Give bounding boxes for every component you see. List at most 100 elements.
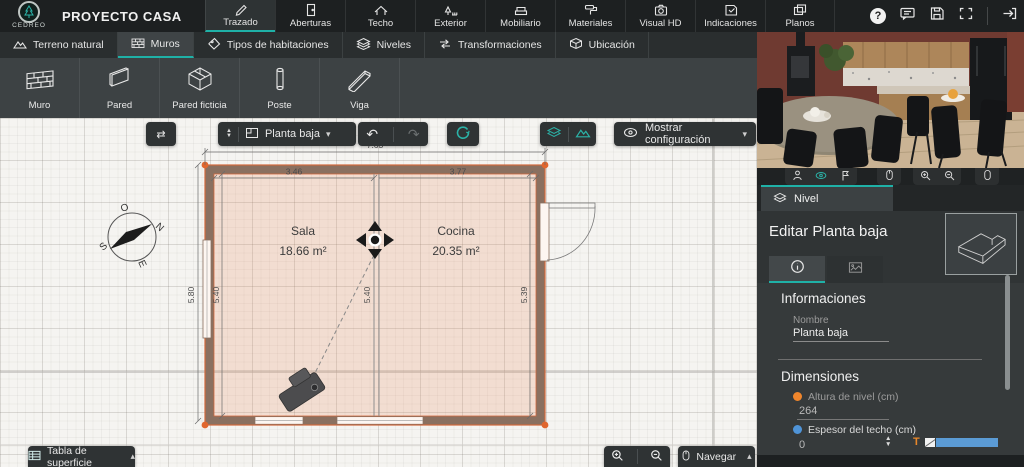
furniture-icon xyxy=(513,3,529,17)
exit-button[interactable] xyxy=(1001,6,1018,26)
panel-tab-row: Nivel xyxy=(757,185,1024,211)
tab-planos[interactable]: Planos xyxy=(765,0,835,32)
level-height-input[interactable]: 264 xyxy=(799,405,817,417)
tab-visual-hd[interactable]: Visual HD xyxy=(625,0,695,32)
info-icon xyxy=(790,259,805,279)
save-button[interactable] xyxy=(929,6,945,26)
window-left[interactable] xyxy=(203,240,211,338)
tab-exterior[interactable]: Exterior xyxy=(415,0,485,32)
window-bottom-right[interactable] xyxy=(337,417,423,425)
door-right[interactable] xyxy=(540,203,595,261)
tab-techo[interactable]: Techo xyxy=(345,0,415,32)
tab-nivel[interactable]: Nivel xyxy=(761,185,893,211)
picture-icon xyxy=(848,261,863,279)
tab-mobiliario[interactable]: Mobiliario xyxy=(485,0,555,32)
sheets-icon xyxy=(792,3,808,17)
feedback-button[interactable] xyxy=(899,6,916,26)
mountain-icon xyxy=(13,38,27,53)
name-label: Nombre xyxy=(793,315,829,326)
mouse-pan-button[interactable] xyxy=(878,168,900,186)
room-name-cocina: Cocina xyxy=(437,224,475,238)
mouse-icon xyxy=(681,449,691,465)
brick-wall-icon xyxy=(131,37,145,52)
texture-swatch[interactable] xyxy=(925,438,935,447)
tool-viga[interactable]: Viga xyxy=(320,58,400,118)
levels-view-toggle[interactable] xyxy=(546,126,562,142)
ceiling-thickness-input[interactable]: 0 xyxy=(799,439,805,451)
preview-zoom-out-button[interactable] xyxy=(938,168,960,186)
name-input[interactable]: Planta baja xyxy=(793,327,848,339)
eye-icon xyxy=(623,127,638,141)
tab-indicaciones[interactable]: Indicaciones xyxy=(695,0,765,32)
texture-letter: T xyxy=(913,436,920,448)
panel-scrollbar[interactable] xyxy=(1005,275,1010,390)
floor-selector-value: Planta baja xyxy=(265,128,320,140)
corner-handle[interactable] xyxy=(542,422,549,429)
camera-icon xyxy=(653,3,669,17)
right-panel: Nivel Editar Planta baja Informaciones xyxy=(757,32,1024,467)
ribbon-ubicacion[interactable]: Ubicación xyxy=(556,32,649,58)
level-height-label: Altura de nivel (cm) xyxy=(808,391,898,403)
corner-handle[interactable] xyxy=(202,422,209,429)
3d-preview-viewport[interactable] xyxy=(757,32,1024,168)
walkthrough-person-button[interactable] xyxy=(786,168,808,186)
ribbon-muros[interactable]: Muros xyxy=(118,32,194,58)
cedreo-tree-icon xyxy=(18,1,40,23)
panel-footer xyxy=(757,455,1024,467)
ribbon-tipos-de-habitaciones[interactable]: Tipos de habitaciones xyxy=(194,32,343,58)
floorplan-icon xyxy=(245,127,259,142)
undo-button[interactable]: ↶ xyxy=(358,126,387,143)
tool-muro[interactable]: Muro xyxy=(0,58,80,118)
window-bottom-left[interactable] xyxy=(255,417,303,425)
terrain-view-toggle[interactable] xyxy=(575,126,591,142)
pencil-icon xyxy=(233,2,249,16)
paint-mode-button[interactable] xyxy=(447,122,479,146)
app-window: CEDREO PROYECTO CASA Trazado Aberturas T… xyxy=(0,0,1024,467)
fullscreen-button[interactable] xyxy=(958,6,974,26)
preview-zoom-in-button[interactable] xyxy=(914,168,936,186)
tab-trazado[interactable]: Trazado xyxy=(205,0,275,32)
tree-fence-icon xyxy=(443,3,459,17)
room-name-sala: Sala xyxy=(291,224,315,238)
show-config-dropdown[interactable]: Mostrar configuración ▾ xyxy=(614,122,756,146)
mouse-settings-button[interactable] xyxy=(976,168,998,186)
view-toggles-group xyxy=(540,122,596,146)
ribbon-transformaciones[interactable]: Transformaciones xyxy=(425,32,556,58)
svg-text:N: N xyxy=(153,221,166,234)
roof-icon xyxy=(373,3,389,17)
swap-view-button[interactable]: ⇄ xyxy=(146,122,176,146)
brick-wall-icon xyxy=(24,66,56,95)
tool-pared-ficticia[interactable]: Pared ficticia xyxy=(160,58,240,118)
layers-icon xyxy=(773,192,787,207)
floorplan-canvas[interactable]: O N S E xyxy=(0,118,757,467)
ceiling-slider[interactable] xyxy=(936,438,998,447)
svg-text:3.77: 3.77 xyxy=(450,167,467,177)
redo-button[interactable]: ↷ xyxy=(399,126,428,143)
svg-text:5.40: 5.40 xyxy=(362,286,372,303)
ribbon-niveles[interactable]: Niveles xyxy=(343,32,425,58)
zoom-out-button[interactable] xyxy=(643,449,670,465)
flag-button[interactable] xyxy=(834,168,856,186)
undo-redo-group: ↶ ↷ xyxy=(358,122,428,146)
ribbon-terreno-natural[interactable]: Terreno natural xyxy=(0,32,118,58)
top-actions: ? xyxy=(870,0,1018,32)
tool-pared[interactable]: Pared xyxy=(80,58,160,118)
cedreo-logo[interactable]: CEDREO xyxy=(6,1,52,29)
floor-stepper[interactable]: ▲▼ xyxy=(226,129,232,139)
navigate-button[interactable]: Navegar ▴ xyxy=(678,446,755,467)
zoom-in-button[interactable] xyxy=(604,449,631,465)
ceiling-thickness-label: Espesor del techo (cm) xyxy=(808,424,916,436)
ceiling-stepper[interactable]: ▲▼ xyxy=(885,436,891,448)
tab-aberturas[interactable]: Aberturas xyxy=(275,0,345,32)
eye-view-button[interactable] xyxy=(810,168,832,186)
post-icon xyxy=(264,66,296,95)
informaciones-title: Informaciones xyxy=(781,291,866,306)
surface-table-button[interactable]: Tabla de superficie ▴ xyxy=(28,446,135,467)
subtab-informacion[interactable] xyxy=(769,256,825,283)
tool-poste[interactable]: Poste xyxy=(240,58,320,118)
subtab-apariencia[interactable] xyxy=(827,256,883,283)
help-button[interactable]: ? xyxy=(870,8,886,24)
ceiling-bullet xyxy=(793,425,802,434)
floor-selector[interactable]: ▲▼ Planta baja ▾ xyxy=(218,122,356,146)
tab-materiales[interactable]: Materiales xyxy=(555,0,625,32)
